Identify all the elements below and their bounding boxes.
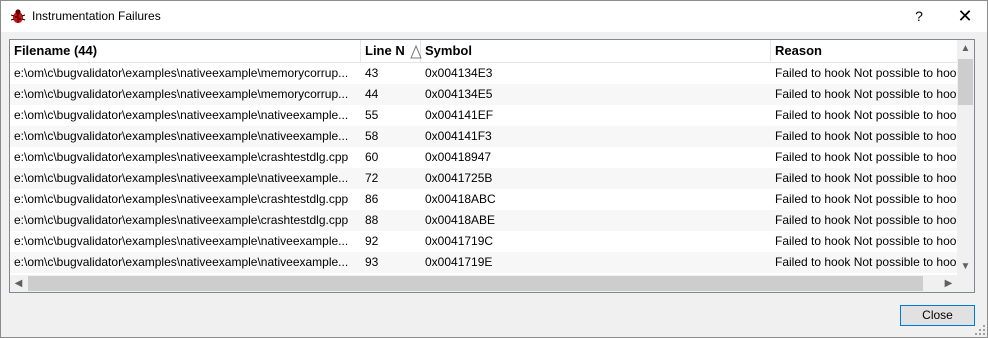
cell-symbol: 0x004141EF — [425, 108, 494, 122]
cell-filename: e:\om\c\bugvalidator\examples\nativeexam… — [14, 255, 349, 269]
cell-reason: Failed to hook Not possible to hoo — [775, 129, 957, 143]
cell-line: 93 — [365, 255, 379, 269]
cell-filename: e:\om\c\bugvalidator\examples\nativeexam… — [14, 129, 349, 143]
cell-line: 86 — [365, 192, 379, 206]
cell-line: 58 — [365, 129, 379, 143]
failures-list[interactable]: Filename (44) Line N Symbol Reason e:\om… — [9, 39, 975, 293]
list-rows: e:\om\c\bugvalidator\examples\nativeexam… — [10, 63, 958, 273]
window-title: Instrumentation Failures — [32, 9, 161, 23]
cell-reason: Failed to hook Not possible to hoo — [775, 234, 957, 248]
cell-filename: e:\om\c\bugvalidator\examples\nativeexam… — [14, 192, 349, 206]
cell-filename: e:\om\c\bugvalidator\examples\nativeexam… — [14, 108, 349, 122]
title-bar: Instrumentation Failures ? ✕ — [1, 1, 987, 32]
cell-symbol: 0x00418ABC — [425, 192, 496, 206]
cell-line: 43 — [365, 66, 379, 80]
table-row[interactable]: e:\om\c\bugvalidator\examples\nativeexam… — [10, 147, 958, 168]
table-row[interactable]: e:\om\c\bugvalidator\examples\nativeexam… — [10, 231, 958, 252]
table-row[interactable]: e:\om\c\bugvalidator\examples\nativeexam… — [10, 84, 958, 105]
table-row[interactable]: e:\om\c\bugvalidator\examples\nativeexam… — [10, 210, 958, 231]
cell-line: 92 — [365, 234, 379, 248]
resize-grip-icon[interactable] — [974, 324, 986, 336]
table-row[interactable]: e:\om\c\bugvalidator\examples\nativeexam… — [10, 126, 958, 147]
cell-symbol: 0x004134E5 — [425, 87, 493, 101]
table-row[interactable]: e:\om\c\bugvalidator\examples\nativeexam… — [10, 63, 958, 84]
cell-reason: Failed to hook Not possible to hoo — [775, 66, 957, 80]
horizontal-scrollbar[interactable]: ◀ ▶ — [10, 275, 957, 292]
cell-filename: e:\om\c\bugvalidator\examples\nativeexam… — [14, 234, 349, 248]
cell-symbol: 0x0041719E — [425, 255, 493, 269]
scroll-right-icon[interactable]: ▶ — [940, 275, 957, 292]
table-row[interactable]: e:\om\c\bugvalidator\examples\nativeexam… — [10, 189, 958, 210]
column-header-filename[interactable]: Filename (44) — [10, 40, 361, 62]
scroll-left-icon[interactable]: ◀ — [10, 275, 27, 292]
cell-line: 88 — [365, 213, 379, 227]
table-row[interactable]: e:\om\c\bugvalidator\examples\nativeexam… — [10, 168, 958, 189]
table-row[interactable]: e:\om\c\bugvalidator\examples\nativeexam… — [10, 105, 958, 126]
cell-filename: e:\om\c\bugvalidator\examples\nativeexam… — [14, 87, 349, 101]
table-row[interactable]: e:\om\c\bugvalidator\examples\nativeexam… — [10, 252, 958, 273]
list-header: Filename (44) Line N Symbol Reason — [10, 40, 958, 63]
cell-symbol: 0x004134E3 — [425, 66, 493, 80]
cell-filename: e:\om\c\bugvalidator\examples\nativeexam… — [14, 213, 349, 227]
cell-symbol: 0x004141F3 — [425, 129, 492, 143]
cell-reason: Failed to hook Not possible to hoo — [775, 213, 957, 227]
cell-line: 72 — [365, 171, 379, 185]
cell-symbol: 0x00418ABE — [425, 213, 496, 227]
cell-reason: Failed to hook Not possible to hoo — [775, 108, 957, 122]
cell-filename: e:\om\c\bugvalidator\examples\nativeexam… — [14, 150, 349, 164]
cell-line: 44 — [365, 87, 379, 101]
cell-filename: e:\om\c\bugvalidator\examples\nativeexam… — [14, 171, 349, 185]
cell-reason: Failed to hook Not possible to hoo — [775, 255, 957, 269]
help-button[interactable]: ? — [904, 1, 934, 32]
scroll-down-icon[interactable]: ▼ — [957, 258, 974, 275]
cell-symbol: 0x00418947 — [425, 150, 492, 164]
cell-reason: Failed to hook Not possible to hoo — [775, 87, 957, 101]
cell-symbol: 0x0041725B — [425, 171, 493, 185]
cell-reason: Failed to hook Not possible to hoo — [775, 150, 957, 164]
instrumentation-failures-dialog: Instrumentation Failures ? ✕ Filename (4… — [0, 0, 988, 338]
cell-line: 60 — [365, 150, 379, 164]
vertical-scroll-thumb[interactable] — [958, 59, 973, 105]
cell-reason: Failed to hook Not possible to hoo — [775, 192, 957, 206]
window-close-button[interactable]: ✕ — [947, 1, 983, 32]
scroll-up-icon[interactable]: ▲ — [957, 40, 974, 57]
vertical-scrollbar[interactable]: ▲ ▼ — [957, 40, 974, 275]
column-header-reason[interactable]: Reason — [771, 40, 958, 62]
cell-reason: Failed to hook Not possible to hoo — [775, 171, 957, 185]
bug-icon — [10, 9, 26, 23]
scrollbar-corner — [957, 275, 974, 292]
close-button[interactable]: Close — [900, 305, 975, 326]
cell-symbol: 0x0041719C — [425, 234, 494, 248]
cell-filename: e:\om\c\bugvalidator\examples\nativeexam… — [14, 66, 349, 80]
cell-line: 55 — [365, 108, 379, 122]
horizontal-scroll-thumb[interactable] — [28, 276, 923, 291]
column-header-symbol[interactable]: Symbol — [421, 40, 771, 62]
